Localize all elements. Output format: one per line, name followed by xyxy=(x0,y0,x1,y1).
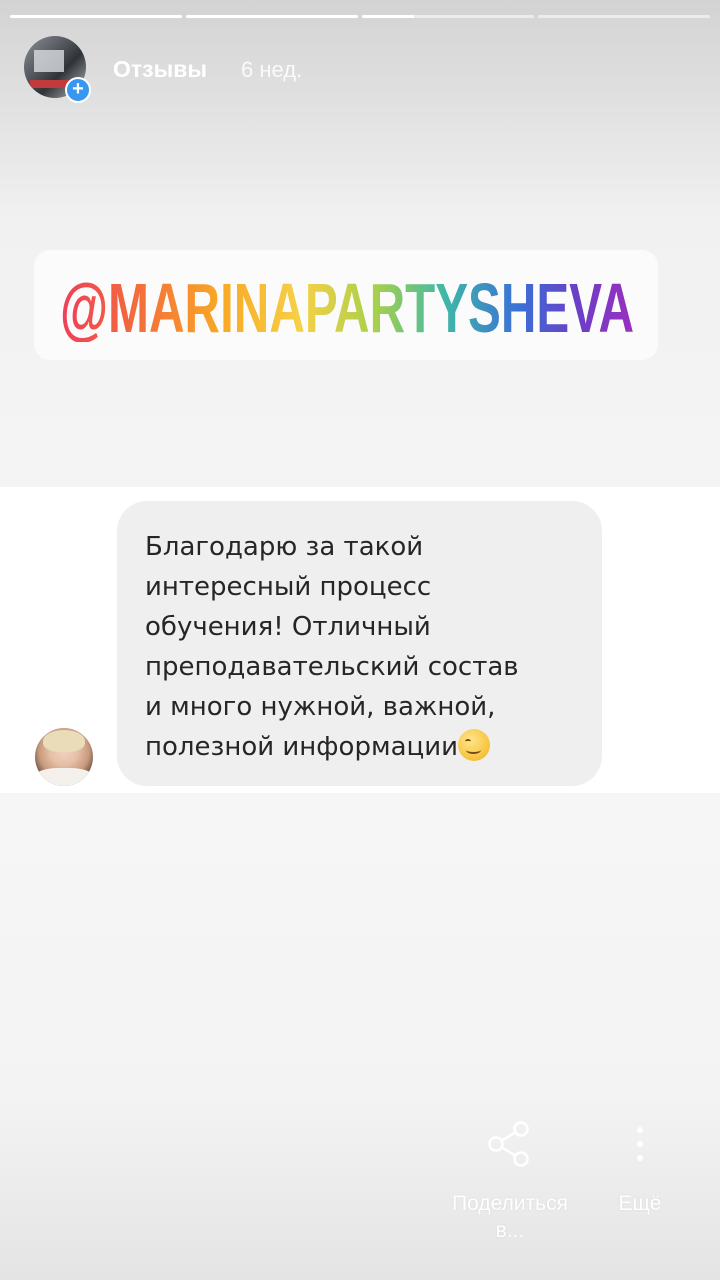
story-header: + Отзывы 6 нед. xyxy=(24,36,696,103)
progress-segment xyxy=(10,15,182,18)
avatar-photo-detail xyxy=(34,50,64,72)
message-line: преподавательский состав xyxy=(145,652,519,682)
mention-username: @MARINAPARTYSHEVA xyxy=(60,270,634,342)
smiling-face-icon xyxy=(458,729,490,761)
story-username[interactable]: Отзывы xyxy=(113,56,207,83)
message-text: Благодарю за такой интересный процесс об… xyxy=(145,527,585,767)
message-line: Благодарю за такой xyxy=(145,532,424,562)
more-vertical-icon xyxy=(637,1127,643,1161)
share-icon xyxy=(488,1121,529,1167)
add-story-plus-icon[interactable]: + xyxy=(65,77,91,103)
progress-fill xyxy=(362,15,414,18)
more-label: Ещё xyxy=(618,1192,662,1215)
sender-avatar-detail xyxy=(35,768,93,786)
message-line: интересный процесс xyxy=(145,572,432,602)
message-bubble: Благодарю за такой интересный процесс об… xyxy=(117,501,602,786)
mention-sticker-text[interactable]: @MARINAPARTYSHEVA xyxy=(60,270,640,342)
message-line: и много нужной, важной, xyxy=(145,692,496,722)
story-progress-bar xyxy=(10,15,710,18)
progress-fill xyxy=(186,15,358,18)
share-label-line: в... xyxy=(495,1219,525,1242)
share-button[interactable]: Поделиться в... xyxy=(440,1120,580,1244)
more-button[interactable]: Ещё xyxy=(600,1120,680,1217)
message-line: полезной информации xyxy=(145,732,458,762)
message-line: обучения! Отличный xyxy=(145,612,431,642)
share-label: Поделиться в... xyxy=(440,1190,580,1244)
progress-segment xyxy=(186,15,358,18)
sender-avatar-detail xyxy=(43,730,85,752)
story-actions: Поделиться в... Ещё xyxy=(0,1120,720,1270)
share-label-line: Поделиться xyxy=(452,1192,568,1215)
progress-fill xyxy=(10,15,182,18)
progress-segment xyxy=(538,15,710,18)
story-timestamp: 6 нед. xyxy=(241,57,303,82)
progress-segment xyxy=(362,15,534,18)
sender-avatar xyxy=(35,728,93,786)
